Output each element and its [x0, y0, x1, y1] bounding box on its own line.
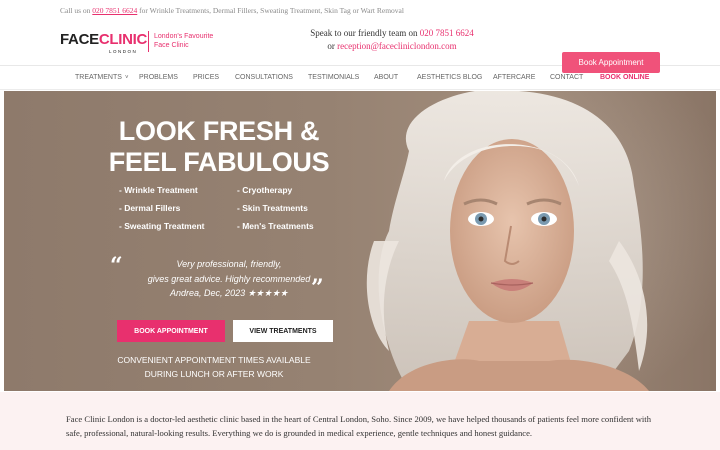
logo-wordmark: FACECLINIC: [60, 31, 147, 48]
nav-item-problems[interactable]: PROBLEMS: [139, 74, 178, 81]
hero-portrait-image: [366, 91, 649, 391]
main-nav: TREATMENTS ˅ PROBLEMS PRICES CONSULTATION…: [0, 67, 720, 90]
nav-item-book-online[interactable]: BOOK ONLINE: [600, 74, 649, 81]
logo-face: FACE: [60, 31, 99, 48]
star-rating-icon: ★★★★★: [247, 288, 288, 298]
top-bar: Call us on 020 7851 6624 for Wrinkle Tre…: [0, 0, 720, 22]
quote-close-icon: ”: [311, 275, 324, 301]
testimonial-author: Andrea, Dec, 2023: [170, 288, 246, 298]
treatment-item[interactable]: - Cryotherapy: [237, 185, 292, 195]
treatment-item[interactable]: - Men's Treatments: [237, 221, 314, 231]
treatment-item[interactable]: - Sweating Treatment: [119, 221, 205, 231]
logo-london: LONDON: [109, 49, 138, 54]
hero-view-treatments-button[interactable]: VIEW TREATMENTS: [233, 320, 333, 342]
chevron-down-icon: ˅: [124, 75, 129, 81]
testimonial-author-line: Andrea, Dec, 2023 ★★★★★: [134, 286, 324, 301]
contact-email-link[interactable]: reception@facecliniclondon.com: [337, 41, 457, 51]
intro-paragraph: Face Clinic London is a doctor-led aesth…: [66, 414, 651, 438]
hero-testimonial: Very professional, friendly, gives great…: [134, 257, 324, 301]
nav-item-aftercare[interactable]: AFTERCARE: [493, 74, 535, 81]
hero-banner: LOOK FRESH & FEEL FABULOUS - Wrinkle Tre…: [4, 91, 716, 391]
nav-item-prices[interactable]: PRICES: [193, 74, 219, 81]
contact-email-line: or reception@facecliniclondon.com: [292, 40, 492, 53]
site-header: FACECLINIC LONDON London's Favourite Fac…: [0, 22, 720, 73]
logo-tagline-1: London's Favourite: [154, 33, 214, 40]
top-bar-phone-link[interactable]: 020 7851 6624: [92, 6, 137, 15]
logo-tagline-2: Face Clinic: [154, 42, 189, 49]
convenient-line-1: CONVENIENT APPOINTMENT TIMES AVAILABLE: [117, 355, 311, 365]
contact-or-text: or: [327, 41, 338, 51]
hero-headline-line-1: LOOK FRESH &: [118, 116, 320, 146]
hero-headline: LOOK FRESH & FEEL FABULOUS: [104, 116, 334, 178]
treatment-item[interactable]: - Dermal Fillers: [119, 203, 180, 213]
logo-clinic: CLINIC: [98, 31, 148, 48]
nav-item-contact[interactable]: CONTACT: [550, 74, 583, 81]
nav-item-consultations[interactable]: CONSULTATIONS: [235, 74, 293, 81]
hero-headline-line-2: FEEL FABULOUS: [108, 147, 330, 177]
logo-divider: [148, 31, 149, 52]
treatment-item[interactable]: - Wrinkle Treatment: [119, 185, 198, 195]
nav-item-about[interactable]: ABOUT: [374, 74, 398, 81]
testimonial-line-2: gives great advice. Highly recommended: [147, 273, 311, 284]
nav-item-testimonials[interactable]: TESTIMONIALS: [308, 74, 359, 81]
top-bar-prefix: Call us on: [60, 6, 93, 15]
site-logo[interactable]: FACECLINIC LONDON London's Favourite Fac…: [60, 30, 220, 58]
contact-speak-text: Speak to our friendly team on: [310, 28, 420, 38]
intro-section: Face Clinic London is a doctor-led aesth…: [0, 392, 720, 450]
nav-item-treatments-label: TREATMENTS: [75, 74, 122, 81]
top-bar-suffix: for Wrinkle Treatments, Dermal Fillers, …: [137, 6, 404, 15]
convenient-line-2: DURING LUNCH OR AFTER WORK: [144, 368, 284, 379]
hero-book-appointment-button[interactable]: BOOK APPOINTMENT: [117, 320, 225, 342]
nav-item-aesthetics-blog[interactable]: AESTHETICS BLOG: [417, 74, 482, 81]
contact-phone-line: Speak to our friendly team on 020 7851 6…: [292, 27, 492, 40]
testimonial-line-1: Very professional, friendly,: [176, 259, 282, 269]
hero-convenient-times: CONVENIENT APPOINTMENT TIMES AVAILABLE D…: [104, 354, 324, 381]
contact-phone-link[interactable]: 020 7851 6624: [420, 28, 474, 38]
quote-open-icon: “: [110, 253, 123, 279]
header-contact: Speak to our friendly team on 020 7851 6…: [292, 27, 492, 53]
nav-item-treatments[interactable]: TREATMENTS ˅: [75, 74, 128, 81]
treatment-item[interactable]: - Skin Treatments: [237, 203, 308, 213]
top-bar-text: Call us on 020 7851 6624 for Wrinkle Tre…: [60, 6, 404, 15]
